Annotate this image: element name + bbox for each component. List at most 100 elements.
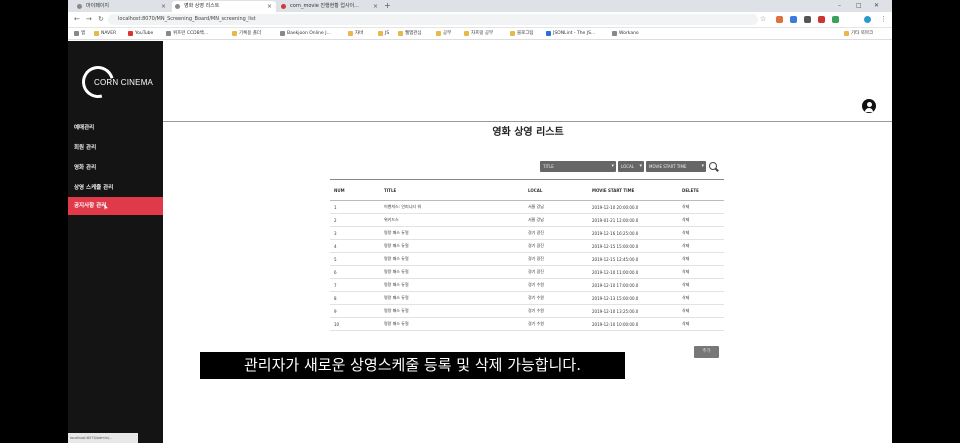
- logo[interactable]: CORN CINEMA: [76, 60, 154, 104]
- bookmark-item[interactable]: Baekjoon Online J...: [280, 28, 331, 40]
- cell-local: 경기 수원: [524, 304, 588, 318]
- bookmark-item[interactable]: 위프런 CCDB백...: [166, 28, 208, 40]
- bookmark-item[interactable]: 앱: [74, 28, 85, 40]
- menu-icon[interactable]: ⋮: [880, 15, 887, 23]
- bookmark-item[interactable]: 공부: [436, 28, 451, 40]
- close-window-icon[interactable]: ✕: [874, 0, 879, 12]
- column-header-title: TITLE: [380, 179, 524, 201]
- sidebar-item-movies[interactable]: 영화 관리: [68, 159, 163, 177]
- cell-start-time: 2019-12-15 12:45:00.0: [588, 252, 678, 266]
- delete-link[interactable]: 삭제: [678, 200, 724, 214]
- sidebar-item-notice[interactable]: 공지사항 관리: [68, 197, 163, 215]
- bookmark-item[interactable]: Workano: [612, 28, 639, 40]
- bookmark-item[interactable]: 기타 북마크: [844, 28, 873, 40]
- delete-link[interactable]: 삭제: [678, 265, 724, 279]
- delete-link[interactable]: 삭제: [678, 239, 724, 253]
- minimize-icon[interactable]: –: [838, 0, 841, 12]
- search-icon[interactable]: [708, 161, 720, 173]
- bookmark-item[interactable]: 기록용 폴더: [232, 28, 261, 40]
- close-tab-icon[interactable]: ×: [161, 1, 166, 12]
- table-row: 7 명량 패스 듀얼 경기 수원 2019-12-10 17:00:00.0 삭제: [330, 278, 724, 292]
- cell-start-time: 2019-12-10 20:00:00.0: [588, 200, 678, 214]
- local-select[interactable]: LOCAL: [618, 161, 644, 172]
- cell-start-time: 2019-12-10 10:00:00.0: [588, 317, 678, 331]
- tab-progress[interactable]: corn_movie 진행현황 업사이... ×: [278, 1, 382, 12]
- bookmark-item[interactable]: YouTube: [128, 28, 153, 40]
- url-field[interactable]: localhost:8070/MN_Screening_Board/MN_scr…: [108, 14, 758, 25]
- delete-link[interactable]: 삭제: [678, 317, 724, 331]
- cell-num: 3: [330, 226, 380, 240]
- sidebar-item-reservation[interactable]: 예매관리: [68, 119, 163, 137]
- bookmark-item[interactable]: 블로그팁: [510, 28, 534, 40]
- forward-icon[interactable]: →: [86, 15, 92, 23]
- add-button[interactable]: 추가: [694, 346, 719, 358]
- bookmark-item[interactable]: JS: [378, 28, 389, 40]
- page-title: 영화 상영 리스트: [492, 127, 564, 138]
- sidebar-item-members[interactable]: 회원 관리: [68, 139, 163, 157]
- title-select[interactable]: TITLE: [540, 161, 616, 172]
- cell-num: 4: [330, 239, 380, 253]
- cell-title: 명량 패스 듀얼: [380, 265, 524, 279]
- delete-link[interactable]: 삭제: [678, 278, 724, 292]
- tab-screening-list[interactable]: 영화 상영 리스트 ×: [172, 1, 276, 12]
- close-tab-icon[interactable]: ×: [267, 1, 272, 12]
- table-row: 6 명량 패스 듀얼 경기 광진 2019-12-10 11:00:00.0 삭제: [330, 265, 724, 279]
- cell-title: 명량 패스 듀얼: [380, 239, 524, 253]
- favicon-icon: [281, 4, 286, 9]
- bookmarks-bar: 앱 NAVER YouTube 위프런 CCDB백... 기록용 폴더 Baek…: [68, 28, 892, 40]
- column-header-start-time: MOVIE START TIME: [588, 179, 678, 201]
- maximize-icon[interactable]: □: [856, 0, 862, 12]
- cell-num: 2: [330, 213, 380, 227]
- user-account-icon[interactable]: [862, 99, 876, 113]
- extension-icon[interactable]: [818, 16, 825, 23]
- cell-start-time: 2019-12-10 11:00:00.0: [588, 265, 678, 279]
- column-header-local: LOCAL: [524, 179, 588, 201]
- cell-start-time: 2019-12-10 17:00:00.0: [588, 278, 678, 292]
- extension-icon[interactable]: [790, 16, 797, 23]
- cell-title: 명량 패스 듀얼: [380, 291, 524, 305]
- bookmark-item[interactable]: 웹앱관심: [398, 28, 422, 40]
- delete-link[interactable]: 삭제: [678, 213, 724, 227]
- extension-icon[interactable]: [832, 16, 839, 23]
- back-icon[interactable]: ←: [74, 15, 80, 23]
- logo-text: CORN CINEMA: [94, 78, 154, 87]
- delete-link[interactable]: 삭제: [678, 226, 724, 240]
- reload-icon[interactable]: ↻: [98, 15, 104, 23]
- video-caption: 관리자가 새로운 상영스케줄 등록 및 삭제 가능합니다.: [200, 352, 625, 379]
- cell-local: 경기 수원: [524, 317, 588, 331]
- profile-avatar[interactable]: [864, 16, 871, 23]
- table-row: 10 명량 패스 듀얼 경기 수원 2019-12-10 10:00:00.0 삭제: [330, 317, 724, 331]
- cell-title: 명량 패스 듀얼: [380, 317, 524, 331]
- delete-link[interactable]: 삭제: [678, 291, 724, 305]
- delete-link[interactable]: 삭제: [678, 304, 724, 318]
- start-time-select[interactable]: MOVIE START TIME: [646, 161, 706, 172]
- bookmark-star-icon[interactable]: ☆: [760, 15, 766, 23]
- new-tab-icon[interactable]: +: [384, 0, 391, 12]
- page-content: CORN CINEMA 예매관리 회원 관리 영화 관리 상영 스케줄 관리 공…: [68, 41, 892, 443]
- extension-icon[interactable]: [804, 16, 811, 23]
- bookmark-item[interactable]: 자바: [348, 28, 363, 40]
- delete-link[interactable]: 삭제: [678, 252, 724, 266]
- cell-local: 경기 광진: [524, 265, 588, 279]
- extension-icon[interactable]: [776, 16, 783, 23]
- column-header-delete: DELETE: [678, 179, 724, 201]
- close-tab-icon[interactable]: ×: [373, 1, 378, 12]
- cell-start-time: 2019-12-16 16:25:00.0: [588, 226, 678, 240]
- cell-num: 10: [330, 317, 380, 331]
- cell-start-time: 2019-12-13 15:00:00.0: [588, 291, 678, 305]
- bookmark-item[interactable]: 자프링 공부: [464, 28, 493, 40]
- cell-local: 경기 수원: [524, 291, 588, 305]
- sidebar-item-schedule[interactable]: 상영 스케줄 관리: [68, 179, 163, 197]
- cell-local: 경기 광진: [524, 226, 588, 240]
- cell-local: 서울 강남: [524, 213, 588, 227]
- table-row: 9 명량 패스 듀얼 경기 수원 2019-12-10 13:25:00.0 삭제: [330, 304, 724, 318]
- bookmark-item[interactable]: NAVER: [94, 28, 116, 40]
- status-bar: localhost:8070/admin/...: [68, 433, 138, 443]
- cell-num: 6: [330, 265, 380, 279]
- tab-mypage[interactable]: 마이페이지 ×: [74, 1, 170, 12]
- sidebar-item-label: 공지사항 관리: [74, 203, 107, 209]
- cell-start-time: 2019-12-10 13:25:00.0: [588, 304, 678, 318]
- bookmark-item[interactable]: JSONLint - The JS...: [546, 28, 595, 40]
- table-row: 5 명량 패스 듀얼 경기 광진 2019-12-15 12:45:00.0 삭제: [330, 252, 724, 266]
- cell-local: 서울 강남: [524, 200, 588, 214]
